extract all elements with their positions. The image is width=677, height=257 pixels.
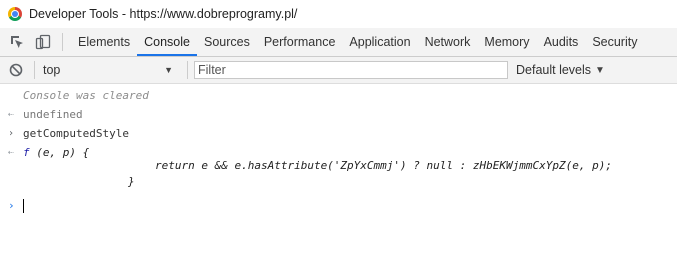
chevron-down-icon: ▼ [595,64,605,76]
input-command: getComputedStyle [23,127,129,140]
tab-elements[interactable]: Elements [71,28,137,56]
console-output[interactable]: Console was cleared ⇠ undefined › getCom… [0,85,677,257]
result-value: undefined [23,108,83,121]
console-message: Console was cleared [0,86,677,105]
console-result: ⇠ undefined [0,105,677,124]
log-levels-dropdown[interactable]: Default levels ▼ [516,63,605,77]
console-prompt[interactable]: › [0,192,677,215]
input-chevron-icon: › [8,128,15,139]
prompt-chevron-icon: › [8,199,15,212]
tab-memory[interactable]: Memory [477,28,536,56]
tab-security[interactable]: Security [585,28,644,56]
window-title: Developer Tools - https://www.dobreprogr… [29,7,298,21]
chevron-down-icon: ▼ [164,65,173,75]
devtools-toolbar: Elements Console Sources Performance App… [0,28,677,57]
text-cursor [23,199,24,213]
tab-network[interactable]: Network [418,28,478,56]
console-input-entry: › getComputedStyle [0,124,677,143]
filter-input[interactable] [194,61,508,79]
console-cleared-text: Console was cleared [23,89,149,102]
function-signature: (e, p) { [36,146,90,159]
filter-divider [187,61,188,79]
filter-divider [34,61,35,79]
console-result-function[interactable]: ⇠ f (e, p) { [0,143,677,162]
toolbar-divider [62,33,63,51]
function-keyword: f [23,146,30,159]
tab-performance[interactable]: Performance [257,28,343,56]
tab-sources[interactable]: Sources [197,28,257,56]
context-value: top [43,63,61,77]
log-levels-label: Default levels [516,63,592,77]
console-filter-bar: top ▼ Default levels ▼ [0,57,677,84]
tab-console[interactable]: Console [137,28,197,56]
tab-application[interactable]: Application [342,28,417,56]
function-close: } [128,175,135,188]
chrome-logo-icon [8,7,22,21]
device-toolbar-icon[interactable] [30,28,56,56]
title-bar: Developer Tools - https://www.dobreprogr… [0,0,677,28]
inspect-element-icon[interactable] [4,28,30,56]
result-arrow-icon: ⇠ [8,147,15,158]
result-arrow-icon: ⇠ [8,109,15,120]
context-selector[interactable]: top ▼ [43,60,177,80]
clear-console-icon[interactable] [2,57,30,84]
tab-audits[interactable]: Audits [537,28,586,56]
